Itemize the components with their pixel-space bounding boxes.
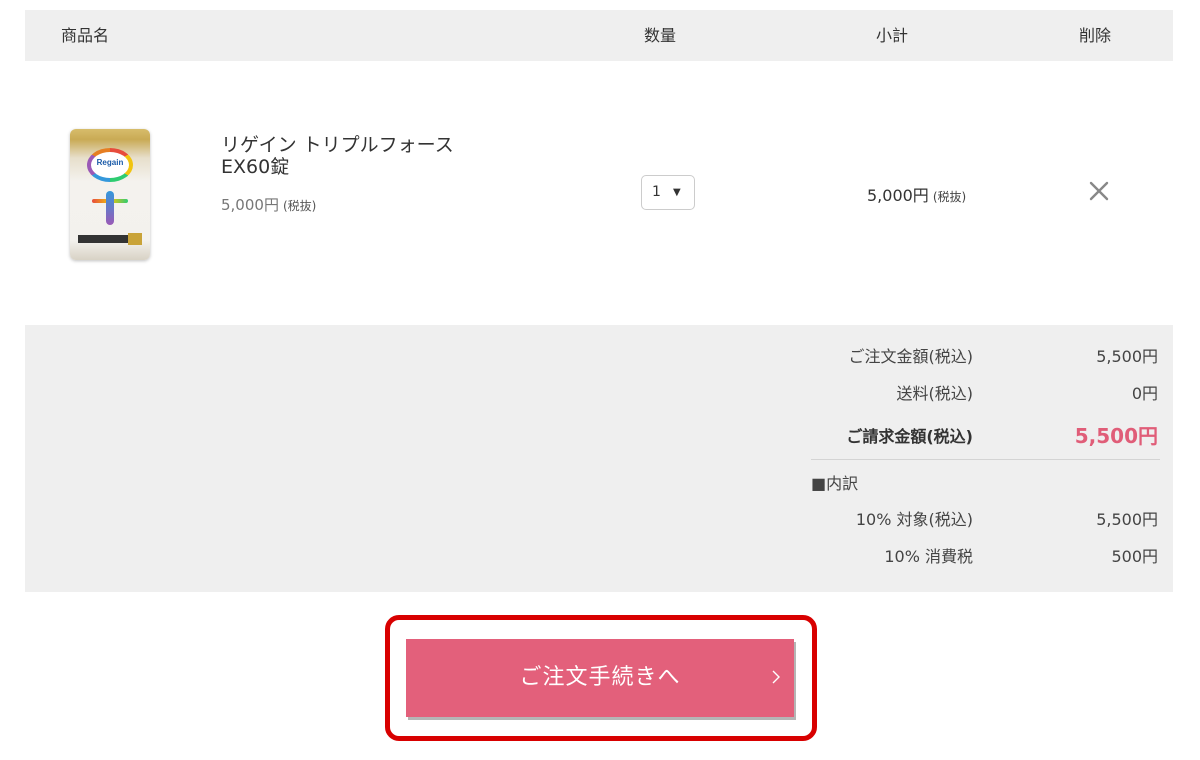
grand-total-label: ご請求金額(税込) bbox=[846, 427, 973, 446]
unit-price-value: 5,000円 bbox=[221, 196, 279, 214]
product-image[interactable]: Regain bbox=[70, 129, 150, 260]
tax-value: 500円 bbox=[1111, 547, 1158, 566]
item-subtotal: 5,000円 (税抜) bbox=[867, 182, 966, 206]
cart-page: 商品名 数量 小計 削除 Regain リゲイン トリプルフォース EX60錠 … bbox=[0, 0, 1200, 760]
summary-divider bbox=[811, 459, 1160, 460]
header-product-name: 商品名 bbox=[61, 26, 110, 45]
header-delete: 削除 bbox=[1078, 26, 1111, 45]
shipping-value: 0円 bbox=[1131, 384, 1158, 403]
taxable-label: 10% 対象(税込) bbox=[855, 510, 973, 529]
chevron-right-icon bbox=[772, 670, 780, 684]
unit-price-note: (税抜) bbox=[282, 199, 317, 213]
chevron-down-icon: ▼ bbox=[673, 187, 681, 198]
quantity-value: 1 bbox=[652, 184, 661, 200]
checkout-button-label: ご注文手続きへ bbox=[519, 665, 681, 690]
order-amount-value: 5,500円 bbox=[1096, 347, 1158, 366]
product-name-line2: EX60錠 bbox=[221, 156, 290, 178]
header-quantity: 数量 bbox=[643, 26, 676, 45]
delete-item-button[interactable] bbox=[1087, 179, 1111, 203]
item-subtotal-note: (税抜) bbox=[932, 190, 967, 204]
tax-label: 10% 消費税 bbox=[884, 547, 973, 566]
product-figure bbox=[106, 191, 114, 225]
close-icon bbox=[1089, 181, 1109, 201]
cart-table-header: 商品名 数量 小計 削除 bbox=[25, 10, 1173, 61]
header-subtotal: 小計 bbox=[875, 26, 908, 45]
order-amount-label: ご注文金額(税込) bbox=[848, 347, 974, 366]
breakdown-label: ■内訳 bbox=[811, 474, 859, 493]
grand-total-value: 5,500円 bbox=[1074, 424, 1158, 448]
item-subtotal-value: 5,000円 bbox=[867, 186, 929, 205]
product-name-link[interactable]: リゲイン トリプルフォース EX60錠 bbox=[221, 134, 521, 178]
shipping-label: 送料(税込) bbox=[896, 384, 974, 403]
product-label-band-gold bbox=[128, 233, 142, 245]
taxable-value: 5,500円 bbox=[1096, 510, 1158, 529]
product-name-line1: リゲイン トリプルフォース bbox=[221, 134, 454, 156]
quantity-select[interactable]: 1 ▼ bbox=[641, 175, 695, 210]
product-label-band bbox=[78, 235, 134, 243]
product-unit-price: 5,000円 (税抜) bbox=[221, 194, 316, 215]
cart-item-row: Regain リゲイン トリプルフォース EX60錠 5,000円 (税抜) 1 … bbox=[25, 61, 1173, 325]
product-logo-text: Regain bbox=[96, 158, 124, 167]
checkout-button[interactable]: ご注文手続きへ bbox=[406, 639, 794, 717]
order-summary: ご注文金額(税込) 5,500円 送料(税込) 0円 ご請求金額(税込) 5,5… bbox=[25, 325, 1173, 592]
